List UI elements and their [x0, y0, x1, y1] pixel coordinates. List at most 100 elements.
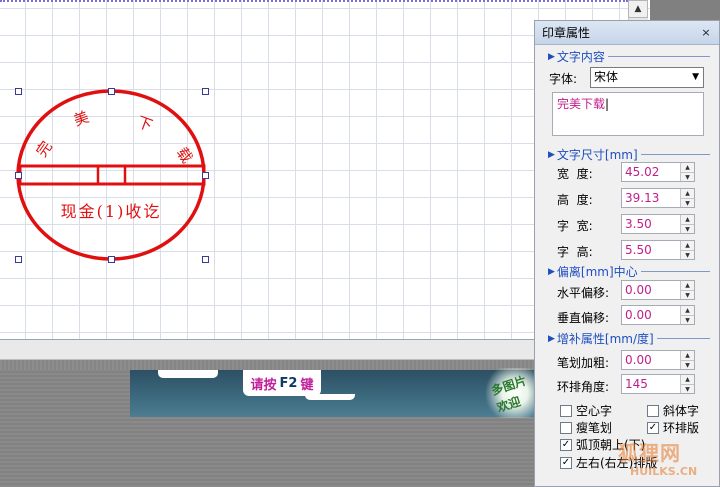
stamp-outer-ring	[16, 89, 206, 261]
section-label: 文字尺寸[mm]	[556, 148, 638, 162]
stroke-bold-value: 0.00	[625, 353, 652, 367]
char-height-field[interactable]: 5.50 ▲ ▼	[621, 240, 695, 260]
horizontal-offset-label: 水平偏移:	[557, 286, 610, 300]
section-label: 文字内容	[556, 50, 605, 64]
spinner-down-icon[interactable]: ▼	[681, 250, 694, 260]
section-label: 偏离[mm]中心	[556, 265, 638, 279]
resize-handle[interactable]	[15, 172, 22, 179]
section-triangle-icon: ▶	[548, 266, 555, 277]
spinner-arrows[interactable]: ▲ ▼	[680, 375, 694, 393]
width-field[interactable]: 45.02 ▲ ▼	[621, 162, 695, 182]
panel-title: 印章属性	[535, 21, 719, 45]
spinner-arrows[interactable]: ▲ ▼	[680, 215, 694, 233]
stamp-text-value: 完美下载	[557, 97, 606, 111]
checkbox-box[interactable]: ✓	[560, 438, 572, 451]
section-divider	[640, 271, 710, 272]
section-text-content: ▶ 文字内容	[548, 48, 710, 65]
resize-handle[interactable]	[15, 256, 22, 263]
spinner-up-icon[interactable]: ▲	[681, 306, 694, 315]
spinner-up-icon[interactable]: ▲	[681, 163, 694, 172]
f2-key-label: F2	[279, 375, 298, 391]
font-label: 字体:	[549, 72, 578, 86]
stamp-preview[interactable]: 完 美 下 载 现金(1)收讫	[0, 0, 230, 280]
horizontal-offset-value: 0.00	[625, 283, 652, 297]
watermark: 狐狸网 HUILKS.CN	[600, 437, 720, 487]
workspace-gray-area-left	[0, 370, 130, 487]
spinner-down-icon[interactable]: ▼	[681, 224, 694, 234]
stroke-bold-label: 笔划加粗:	[557, 356, 610, 370]
spinner-arrows[interactable]: ▲ ▼	[680, 306, 694, 324]
chevron-down-icon: ▼	[692, 72, 699, 82]
spinner-arrows[interactable]: ▲ ▼	[680, 281, 694, 299]
resize-handle[interactable]	[108, 88, 115, 95]
stroke-bold-field[interactable]: 0.00 ▲ ▼	[621, 350, 695, 370]
height-field[interactable]: 39.13 ▲ ▼	[621, 188, 695, 208]
spinner-up-icon[interactable]: ▲	[681, 281, 694, 290]
resize-handle[interactable]	[15, 88, 22, 95]
press-label: 请按	[250, 377, 277, 393]
banner-tab	[158, 370, 218, 378]
checkbox-box[interactable]	[647, 404, 659, 417]
ring-angle-label: 环排角度:	[557, 380, 610, 394]
section-divider	[640, 154, 710, 155]
section-divider	[607, 56, 710, 57]
ring-layout-checkbox[interactable]: ✓ 环排版	[647, 419, 699, 436]
resize-handle[interactable]	[202, 172, 209, 179]
spinner-down-icon[interactable]: ▼	[681, 172, 694, 182]
stamp-arc-char: 载	[173, 144, 196, 167]
thin-stroke-checkbox[interactable]: 瘦笔划	[560, 419, 612, 436]
spinner-up-icon[interactable]: ▲	[681, 375, 694, 384]
close-icon[interactable]: ×	[699, 26, 713, 40]
stamp-text-input[interactable]: 完美下载|	[552, 92, 704, 136]
italic-text-checkbox[interactable]: 斜体字	[647, 402, 699, 419]
checkbox-label: 环排版	[663, 421, 700, 435]
checkbox-box[interactable]: ✓	[560, 456, 572, 469]
section-triangle-icon: ▶	[548, 51, 555, 62]
section-triangle-icon: ▶	[548, 333, 555, 344]
stamp-bottom-text: 现金(1)收讫	[61, 202, 162, 221]
checkbox-box[interactable]: ✓	[647, 421, 659, 434]
vertical-offset-field[interactable]: 0.00 ▲ ▼	[621, 305, 695, 325]
spinner-up-icon[interactable]: ▲	[681, 189, 694, 198]
hollow-text-checkbox[interactable]: 空心字	[560, 402, 612, 419]
spinner-up-icon[interactable]: ▲	[681, 351, 694, 360]
workspace-gray-area-bottom	[130, 417, 540, 487]
char-height-label: 字 高:	[557, 245, 593, 259]
resize-handle[interactable]	[202, 88, 209, 95]
font-select-value: 宋体	[594, 70, 619, 84]
horizontal-offset-field[interactable]: 0.00 ▲ ▼	[621, 280, 695, 300]
spinner-down-icon[interactable]: ▼	[681, 315, 694, 325]
section-divider	[656, 338, 710, 339]
spinner-down-icon[interactable]: ▼	[681, 384, 694, 394]
text-cursor: |	[605, 97, 610, 111]
checkbox-box[interactable]	[560, 404, 572, 417]
spinner-down-icon[interactable]: ▼	[681, 290, 694, 300]
scroll-up-arrow-icon[interactable]: ▲	[628, 0, 648, 18]
spinner-down-icon[interactable]: ▼	[681, 360, 694, 370]
width-value: 45.02	[625, 165, 660, 179]
watermark-title: 狐狸网	[618, 441, 681, 465]
ring-angle-field[interactable]: 145 ▲ ▼	[621, 374, 695, 394]
vertical-offset-label: 垂直偏移:	[557, 311, 610, 325]
stamp-arc-char: 完	[33, 138, 56, 161]
spinner-arrows[interactable]: ▲ ▼	[680, 241, 694, 259]
char-width-field[interactable]: 3.50 ▲ ▼	[621, 214, 695, 234]
stamp-arc-char: 下	[135, 113, 155, 135]
section-offset: ▶ 偏离[mm]中心	[548, 263, 710, 280]
press-f2-button[interactable]: 请按 F2 键	[243, 370, 321, 396]
spinner-up-icon[interactable]: ▲	[681, 241, 694, 250]
resize-handle[interactable]	[108, 256, 115, 263]
checkbox-label: 斜体字	[663, 404, 700, 418]
spinner-arrows[interactable]: ▲ ▼	[680, 351, 694, 369]
vertical-offset-value: 0.00	[625, 308, 652, 322]
stamp-center-band	[18, 164, 206, 186]
font-select[interactable]: 宋体 ▼	[590, 67, 704, 88]
spinner-arrows[interactable]: ▲ ▼	[680, 163, 694, 181]
checkbox-box[interactable]	[560, 421, 572, 434]
spinner-down-icon[interactable]: ▼	[681, 198, 694, 208]
resize-handle[interactable]	[202, 256, 209, 263]
spinner-arrows[interactable]: ▲ ▼	[680, 189, 694, 207]
section-triangle-icon: ▶	[548, 149, 555, 160]
ring-angle-value: 145	[625, 377, 648, 391]
spinner-up-icon[interactable]: ▲	[681, 215, 694, 224]
